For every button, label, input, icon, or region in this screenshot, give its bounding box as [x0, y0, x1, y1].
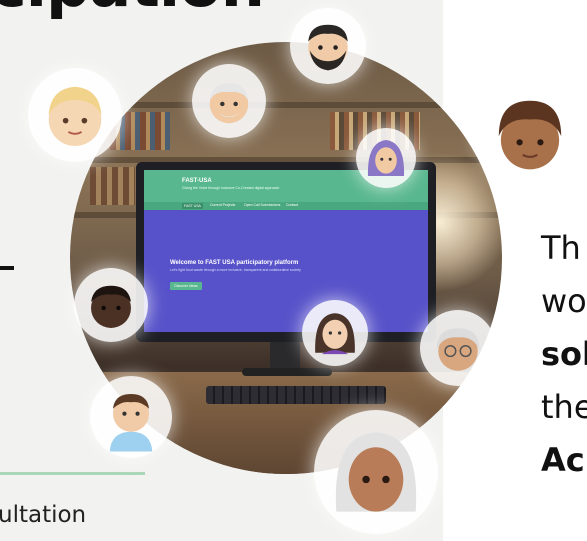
right-text-line: the	[541, 388, 587, 426]
right-text-line-bold: sol	[541, 335, 587, 373]
screen-tab[interactable]: Open Call Submissions	[244, 203, 280, 207]
screen-tab[interactable]: Contact	[286, 203, 298, 207]
right-text-line-bold: Ac	[541, 441, 585, 479]
monitor-screen: FAST-USA Giving the Voice through inclus…	[144, 170, 428, 332]
right-text-line: wo	[541, 282, 587, 320]
right-text-block: Th wo sol the Ac	[541, 222, 587, 487]
screen-logo: FAST-USA	[182, 178, 212, 184]
shelf	[70, 102, 502, 108]
avatar-grey-hair-woman-icon	[314, 410, 438, 534]
dash-mark	[0, 266, 14, 270]
monitor-base	[242, 368, 332, 376]
screen-tabs: FAST USA Current Projects Open Call Subm…	[144, 202, 428, 210]
right-text-line: Th	[541, 229, 581, 267]
screen-subtitle: Let's fight food waste through a more in…	[170, 268, 301, 272]
avatar-old-woman-glasses-icon	[420, 310, 496, 386]
screen-tagline: Giving the Voice through inclusive Co-Cr…	[182, 186, 280, 190]
avatar-office-man-icon	[90, 376, 172, 458]
avatar-woman-brown-hair-icon	[302, 300, 368, 366]
avatar-hijab-woman-icon	[356, 128, 416, 188]
avatar-curly-hair-person-icon	[478, 82, 582, 186]
avatar-blond-person-icon	[28, 68, 122, 162]
keyboard	[206, 386, 386, 404]
avatar-bearded-man-icon	[290, 8, 366, 84]
bookshelf-books	[90, 167, 135, 205]
avatar-old-man-icon	[192, 64, 266, 138]
discover-ideas-button[interactable]: Discover Ideas	[170, 282, 202, 290]
screen-tab[interactable]: FAST USA	[182, 203, 203, 209]
caption-fragment: ultation	[0, 502, 87, 528]
avatar-dark-skin-man-icon	[74, 268, 148, 342]
screen-tab[interactable]: Current Projects	[210, 203, 235, 207]
screen-welcome-heading: Welcome to FAST USA participatory platfo…	[170, 260, 299, 266]
heading-fragment: cipation	[0, 0, 265, 21]
